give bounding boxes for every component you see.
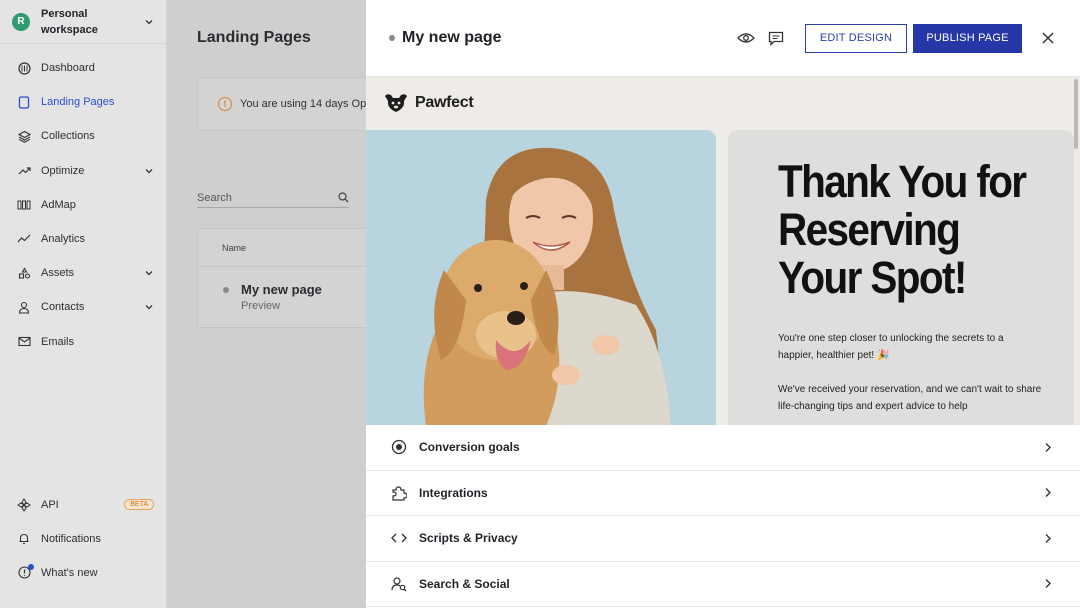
workspace-name: Personal workspace <box>41 7 98 36</box>
search-person-icon <box>390 575 407 592</box>
row-title: My new page <box>241 282 322 297</box>
page-title: Landing Pages <box>197 29 311 46</box>
search-input[interactable]: Search <box>197 188 349 208</box>
settings-row-label: Integrations <box>419 485 488 500</box>
sidebar-item-label: Analytics <box>41 233 86 246</box>
sidebar-item-dashboard[interactable]: Dashboard <box>0 51 166 85</box>
code-icon <box>390 530 407 547</box>
sidebar-item-collections[interactable]: Collections <box>0 119 166 153</box>
chevron-down-icon <box>145 305 153 310</box>
headline-line: Thank You for <box>778 156 1027 207</box>
layers-icon <box>17 129 31 143</box>
sidebar-item-label: Collections <box>41 130 95 143</box>
sidebar-item-label: Optimize <box>41 164 85 177</box>
beta-badge: BETA <box>124 499 154 511</box>
page-preview[interactable]: Pawfect Thank You for Reserving Your Spo… <box>366 77 1080 425</box>
chevron-down-icon <box>145 19 153 24</box>
workspace-avatar: R <box>12 12 30 31</box>
sidebar-item-api[interactable]: API BETA <box>0 487 166 521</box>
bell-icon <box>17 532 31 546</box>
chevron-right-icon <box>1045 488 1051 498</box>
chevron-down-icon <box>145 271 153 276</box>
close-icon[interactable] <box>1040 30 1056 46</box>
sidebar-item-admap[interactable]: AdMap <box>0 188 166 222</box>
status-dot <box>389 35 395 41</box>
preview-scrollbar[interactable] <box>1074 79 1078 149</box>
sidebar-item-label: What's new <box>41 566 98 579</box>
sidebar-item-label: Contacts <box>41 301 85 314</box>
headline-line: Reserving <box>778 204 961 255</box>
sidebar-item-assets[interactable]: Assets <box>0 256 166 290</box>
thank-you-card: Thank You for Reserving Your Spot! You'r… <box>728 130 1074 425</box>
sidebar: R Personal workspace Dashboard Landing P… <box>0 0 167 608</box>
sidebar-item-notifications[interactable]: Notifications <box>0 522 166 556</box>
admap-icon <box>17 198 31 212</box>
settings-row-label: Scripts & Privacy <box>419 531 518 546</box>
drawer-header: My new page EDIT DESIGN PUBLISH PAGE <box>366 0 1080 77</box>
settings-row-scripts-privacy[interactable]: Scripts & Privacy <box>366 516 1080 562</box>
search-placeholder: Search <box>197 191 232 204</box>
dog-logo-icon <box>385 94 407 112</box>
chevron-right-icon <box>1045 442 1051 452</box>
status-dot <box>223 287 229 293</box>
sidebar-item-label: AdMap <box>41 198 76 211</box>
page-details-drawer: My new page EDIT DESIGN PUBLISH PAGE Paw… <box>366 0 1080 608</box>
brand-logo: Pawfect <box>383 92 474 114</box>
drawer-page-title: My new page <box>402 29 502 46</box>
settings-row-label: Conversion goals <box>419 440 520 455</box>
chevron-right-icon <box>1045 579 1051 589</box>
trial-notice-text: You are using 14 days Opt <box>240 98 370 110</box>
sidebar-item-emails[interactable]: Emails <box>0 325 166 359</box>
settings-row-conversion-goals[interactable]: Conversion goals <box>366 425 1080 471</box>
chevron-right-icon <box>1045 533 1051 543</box>
preview-paragraph: You're one step closer to unlocking the … <box>778 333 1004 361</box>
edit-design-button[interactable]: EDIT DESIGN <box>805 23 907 53</box>
puzzle-icon <box>390 484 407 501</box>
publish-page-button[interactable]: PUBLISH PAGE <box>913 23 1022 53</box>
eye-icon[interactable] <box>736 28 756 48</box>
api-icon <box>17 497 31 512</box>
page-settings-list: Conversion goals Integrations Scripts & … <box>366 425 1080 607</box>
brand-name: Pawfect <box>415 94 474 111</box>
settings-row-integrations[interactable]: Integrations <box>366 471 1080 516</box>
sidebar-item-landing-pages[interactable]: Landing Pages <box>0 85 166 119</box>
dashboard-icon <box>17 61 31 75</box>
row-preview-link[interactable]: Preview <box>241 300 322 312</box>
hero-photo <box>366 130 716 425</box>
headline-line: Your Spot! <box>778 252 967 303</box>
sidebar-item-label: Landing Pages <box>41 96 115 109</box>
analytics-icon <box>17 232 31 246</box>
sidebar-nav: Dashboard Landing Pages Collections Opti… <box>0 44 166 359</box>
sidebar-bottom-nav: API BETA Notifications What's new <box>0 487 166 590</box>
settings-row-label: Search & Social <box>419 576 510 591</box>
settings-row-search-social[interactable]: Search & Social <box>366 562 1080 607</box>
mail-icon <box>17 335 31 349</box>
new-indicator-dot <box>28 563 34 570</box>
assets-icon <box>17 266 31 280</box>
workspace-switcher[interactable]: R Personal workspace <box>0 0 166 44</box>
woman-with-dog-illustration <box>366 130 716 425</box>
chevron-down-icon <box>145 168 153 174</box>
sidebar-item-label: Assets <box>41 267 75 280</box>
search-icon <box>338 192 349 203</box>
comment-icon[interactable] <box>766 28 786 48</box>
sidebar-item-contacts[interactable]: Contacts <box>0 290 166 324</box>
warning-icon: ! <box>218 97 232 111</box>
sidebar-item-whats-new[interactable]: What's new <box>0 556 166 590</box>
page-icon <box>17 95 31 109</box>
sidebar-item-optimize[interactable]: Optimize <box>0 154 166 188</box>
trend-icon <box>17 164 31 178</box>
sidebar-item-label: Dashboard <box>41 62 95 75</box>
target-icon <box>390 439 407 456</box>
sidebar-item-label: Emails <box>41 335 75 348</box>
contacts-icon <box>17 300 31 314</box>
preview-paragraph: We've received your reservation, and we … <box>778 384 1042 412</box>
sidebar-item-analytics[interactable]: Analytics <box>0 222 166 256</box>
thank-you-headline: Thank You for Reserving Your Spot! <box>778 156 1027 303</box>
sidebar-item-label: Notifications <box>41 532 101 545</box>
sidebar-item-label: API <box>41 498 59 511</box>
